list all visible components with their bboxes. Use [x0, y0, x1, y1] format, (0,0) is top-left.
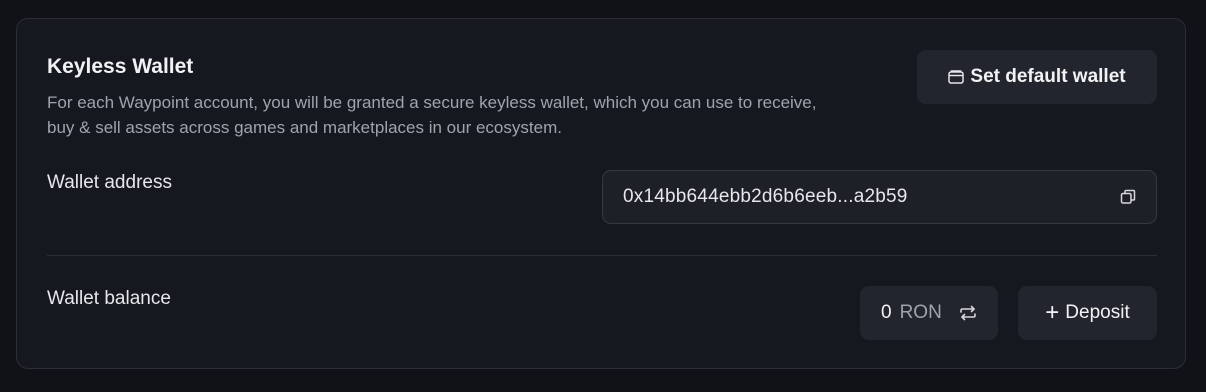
- swap-icon[interactable]: [959, 305, 977, 321]
- copy-icon[interactable]: [1120, 189, 1136, 205]
- wallet-icon: [948, 70, 965, 84]
- wallet-balance-label: Wallet balance: [47, 288, 171, 309]
- wallet-address-label: Wallet address: [47, 172, 172, 193]
- set-default-wallet-label: Set default wallet: [970, 66, 1126, 87]
- plus-icon: +: [1045, 299, 1060, 326]
- balance-amount: 0: [881, 302, 892, 323]
- section-divider: [47, 255, 1157, 256]
- keyless-wallet-card: Keyless Wallet For each Waypoint account…: [16, 18, 1186, 369]
- set-default-wallet-button[interactable]: Set default wallet: [917, 50, 1157, 104]
- wallet-balance-display: 0 RON: [860, 286, 998, 340]
- balance-unit: RON: [899, 302, 942, 323]
- card-title: Keyless Wallet: [47, 55, 194, 78]
- deposit-label: Deposit: [1065, 302, 1130, 323]
- wallet-address-field[interactable]: 0x14bb644ebb2d6b6eeb...a2b59: [602, 170, 1157, 224]
- card-description: For each Waypoint account, you will be g…: [47, 93, 817, 137]
- deposit-button[interactable]: + Deposit: [1018, 286, 1157, 340]
- wallet-address-value: 0x14bb644ebb2d6b6eeb...a2b59: [623, 186, 908, 207]
